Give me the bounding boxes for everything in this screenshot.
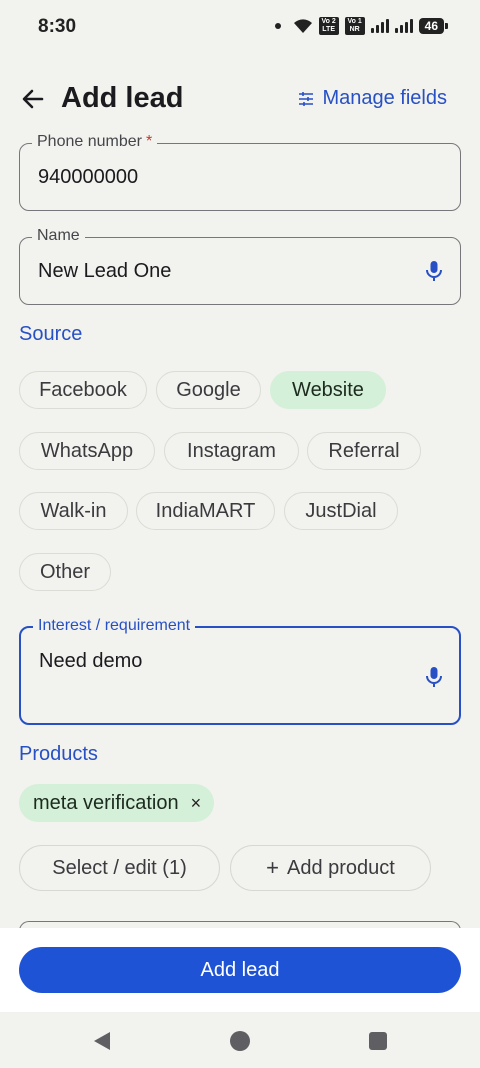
submit-label: Add lead	[200, 958, 280, 981]
remove-product-icon[interactable]: ×	[191, 793, 202, 814]
interest-requirement-value: Need demo	[39, 650, 143, 672]
name-field[interactable]: Name New Lead One	[19, 227, 461, 305]
battery-icon: 46	[418, 18, 449, 34]
add-product-label: Add product	[287, 856, 395, 879]
add-product-button[interactable]: + Add product	[230, 845, 431, 891]
manage-fields-label: Manage fields	[322, 87, 447, 109]
microphone-icon[interactable]	[422, 665, 446, 689]
source-chip-instagram[interactable]: Instagram	[164, 432, 299, 470]
system-navigation-bar	[0, 1012, 480, 1068]
sliders-icon	[299, 91, 314, 106]
phone-label-text: Phone number	[37, 133, 142, 150]
chip-label: Facebook	[39, 378, 127, 401]
microphone-icon[interactable]	[422, 259, 446, 283]
source-chip-indiamart[interactable]: IndiaMART	[136, 492, 275, 530]
manage-fields-button[interactable]: Manage fields	[298, 87, 447, 110]
nav-home-icon[interactable]	[230, 1031, 250, 1051]
signal-sim2-icon	[394, 19, 413, 33]
chip-label: Other	[39, 560, 91, 583]
chip-label: Instagram	[187, 439, 276, 462]
phone-number-value: 940000000	[38, 166, 139, 188]
select-edit-products-button[interactable]: Select / edit (1)	[19, 845, 220, 891]
app-header: Add lead Manage fields	[0, 70, 480, 130]
status-bar: 8:30 Vo 2 LTE Vo 1 NR 46	[0, 0, 480, 56]
chip-label: IndiaMART	[155, 499, 256, 522]
page-title: Add lead	[61, 82, 184, 114]
source-chip-google[interactable]: Google	[156, 371, 261, 409]
add-lead-submit-button[interactable]: Add lead	[19, 947, 461, 993]
chip-label: Walk-in	[40, 499, 107, 522]
product-chip-meta-verification: meta verification ×	[19, 784, 215, 822]
nav-back-icon[interactable]	[92, 1031, 112, 1051]
chip-label: Google	[176, 378, 241, 401]
source-chip-other[interactable]: Other	[19, 553, 111, 591]
bottom-action-bar: Add lead	[0, 928, 480, 1012]
interest-requirement-label: Interest / requirement	[33, 617, 196, 635]
chip-label: WhatsApp	[40, 439, 134, 462]
products-section-title: Products	[19, 743, 98, 765]
source-chip-walk-in[interactable]: Walk-in	[19, 492, 128, 530]
product-chip-label: meta verification	[33, 791, 179, 814]
required-mark: *	[145, 133, 153, 150]
plus-icon: +	[266, 855, 279, 880]
chip-label: Referral	[328, 439, 400, 462]
chip-label: Website	[292, 378, 364, 401]
back-arrow-icon[interactable]	[18, 84, 48, 114]
source-chip-website[interactable]: Website	[270, 371, 386, 409]
phone-number-field[interactable]: Phone number * 940000000	[19, 133, 461, 211]
wifi-icon	[293, 19, 312, 33]
source-section-title: Source	[19, 323, 83, 345]
sim2-volte-icon: Vo 1 NR	[344, 17, 365, 35]
chip-label: JustDial	[305, 499, 377, 522]
status-time: 8:30	[38, 16, 77, 37]
source-chip-justdial[interactable]: JustDial	[284, 492, 398, 530]
source-chip-referral[interactable]: Referral	[307, 432, 421, 470]
name-value: New Lead One	[38, 260, 172, 282]
phone-number-label: Phone number *	[32, 133, 158, 151]
signal-sim1-icon	[370, 19, 389, 33]
sim1-volte-icon: Vo 2 LTE	[318, 17, 339, 35]
interest-requirement-field[interactable]: Interest / requirement Need demo	[19, 617, 461, 725]
source-chip-facebook[interactable]: Facebook	[19, 371, 147, 409]
status-icons: Vo 2 LTE Vo 1 NR 46	[274, 17, 449, 35]
nav-recents-icon[interactable]	[369, 1032, 387, 1050]
select-edit-label: Select / edit (1)	[52, 856, 187, 879]
name-label: Name	[32, 227, 85, 245]
source-chip-whatsapp[interactable]: WhatsApp	[19, 432, 155, 470]
notification-dot-icon	[274, 23, 281, 29]
